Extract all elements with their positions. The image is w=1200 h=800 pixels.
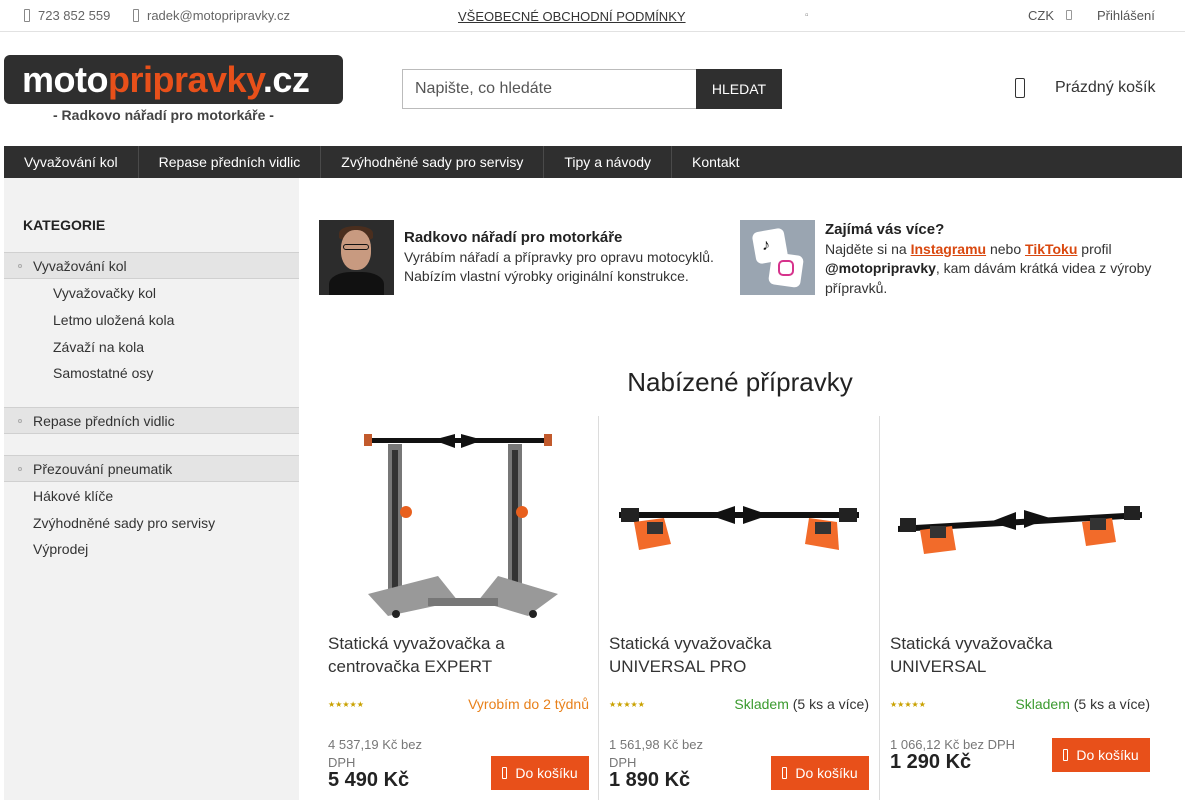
about-block: Radkovo nářadí pro motorkáře Vyrábím nář… [319,220,729,295]
add-to-cart-button[interactable]: Do košíku [1052,738,1150,772]
bullet-icon [18,419,22,423]
sidebar-item-wheel-balancing[interactable]: Vyvažování kol [4,252,299,279]
cart[interactable]: Prázdný košík [1015,78,1155,98]
main-nav: Vyvažování kol Repase předních vidlic Zv… [4,146,1182,178]
availability-status: Skladem [734,696,789,712]
cart-icon [1063,749,1069,761]
rating-stars: ★★★★★ [328,700,364,709]
phone-contact[interactable]: 723 852 559 [24,8,110,23]
logo-text: motopripravky.cz [22,59,310,101]
product-image[interactable] [328,426,588,621]
rating-stars: ★★★★★ [609,700,645,709]
nav-item-tips[interactable]: Tipy a návody [544,146,673,178]
nav-item-wheel-balancing[interactable]: Vyvažování kol [4,146,139,178]
sidebar-item-fork-rebuild[interactable]: Repase předních vidlic [4,407,299,434]
phone-icon [24,9,30,22]
sidebar-item-label: Repase předních vidlic [33,413,175,429]
availability-extra: (5 ks a více) [1069,696,1150,712]
top-bar: 723 852 559 radek@motopripravky.cz VŠEOB… [0,0,1185,32]
login-link[interactable]: Přihlášení [1097,8,1155,23]
sidebar-subitem-balancers[interactable]: Vyvažovačky kol [4,280,299,306]
availability-status: Skladem [1015,696,1070,712]
instagram-link[interactable]: Instagramu [911,241,986,257]
phone-number: 723 852 559 [38,8,111,23]
social-text-block: Zajímá vás více? Najděte si na Instagram… [825,220,1165,298]
price: 1 290 Kč [890,751,972,773]
price: 5 490 Kč [328,769,410,791]
rating-stars: ★★★★★ [890,700,926,709]
nav-item-service-sets[interactable]: Zvýhodněné sady pro servisy [321,146,545,178]
sidebar-subitem-separate-axles[interactable]: Samostatné osy [4,360,299,386]
sidebar-item-label: Vyvažování kol [33,258,127,274]
price: 1 890 Kč [609,769,691,791]
social-block: ♪ Zajímá vás více? Najděte si na Instagr… [740,220,1165,298]
sidebar-subitem-wheel-weights[interactable]: Závaží na kola [4,334,299,360]
availability: Skladem (5 ks a více) [1015,696,1150,712]
about-text: Vyrábím nářadí a přípravky pro opravu mo… [404,248,714,285]
cart-icon [1015,78,1025,98]
availability: Vyrobím do 2 týdnů [468,696,589,712]
logo-tagline: - Radkovo nářadí pro motorkáře - [53,107,274,123]
sidebar-subitem-cantilever-wheels[interactable]: Letmo uložená kola [4,307,299,333]
mail-icon [133,9,139,22]
price-net: 1 561,98 Kč bez DPH [609,737,703,770]
product-name[interactable]: Statická vyvažovačka a centrovačka EXPER… [328,632,590,678]
product-image[interactable] [890,426,1150,621]
sidebar-item-sale[interactable]: Výprodej [4,536,299,562]
sidebar-item-hook-wrenches[interactable]: Hákové klíče [4,483,299,509]
availability: Skladem (5 ks a více) [734,696,869,712]
add-to-cart-label: Do košíku [515,765,578,781]
add-to-cart-label: Do košíku [1076,747,1139,763]
section-title: Nabízené přípravky [627,367,853,397]
category-sidebar: KATEGORIE Vyvažování kol Vyvažovačky kol… [4,178,299,800]
search-input[interactable] [402,69,696,109]
product-name[interactable]: Statická vyvažovačka UNIVERSAL [890,632,1152,678]
sidebar-heading: KATEGORIE [23,217,106,233]
tiktok-link[interactable]: TikToku [1025,241,1077,257]
social-title: Zajímá vás více? [825,221,945,238]
chevron-down-icon[interactable] [1066,10,1072,20]
instagram-icon [778,260,794,276]
product-image[interactable] [609,426,869,621]
bullet-icon [18,264,22,268]
logo-tld: .cz [262,59,310,100]
product-card[interactable]: Statická vyvažovačka a centrovačka EXPER… [318,416,599,800]
email-address: radek@motopripravky.cz [147,8,290,23]
terms-link[interactable]: VŠEOBECNÉ OBCHODNÍ PODMÍNKY [458,9,686,24]
social-text-3: profil [1077,240,1112,257]
availability-extra: (5 ks a více) [788,696,869,712]
about-title: Radkovo nářadí pro motorkáře [404,229,623,246]
social-text-1: Najděte si na [825,240,911,257]
social-text-2: nebo [986,240,1026,257]
currency-selector[interactable]: CZK [1028,8,1054,23]
search-button[interactable]: HLEDAT [696,69,782,109]
nav-item-fork-rebuild[interactable]: Repase předních vidlic [139,146,322,178]
email-contact[interactable]: radek@motopripravky.cz [133,8,290,23]
sidebar-item-tire-changing[interactable]: Přezouvání pneumatik [4,455,299,482]
cart-icon [502,767,508,779]
logo-main: motopripravky [22,59,263,100]
author-photo [319,220,394,295]
availability-status: Vyrobím do 2 týdnů [468,696,589,712]
social-handle: @motopripravky [825,260,936,276]
add-to-cart-button[interactable]: Do košíku [771,756,869,790]
product-card[interactable]: Statická vyvažovačka UNIVERSAL ★★★★★ Skl… [879,416,1160,800]
about-text-block: Radkovo nářadí pro motorkáře Vyrábím nář… [404,220,729,295]
more-links-icon[interactable]: ▫ [805,10,809,21]
price-net: 4 537,19 Kč bez DPH [328,737,422,770]
tiktok-icon: ♪ [762,237,770,254]
add-to-cart-label: Do košíku [795,765,858,781]
site-logo[interactable]: motopripravky.cz [4,55,343,104]
sidebar-item-label: Přezouvání pneumatik [33,461,173,477]
sidebar-item-service-sets[interactable]: Zvýhodněné sady pro servisy [4,510,299,536]
cart-label: Prázdný košík [1055,79,1156,96]
product-card[interactable]: Statická vyvažovačka UNIVERSAL PRO ★★★★★… [598,416,879,800]
nav-item-contact[interactable]: Kontakt [672,146,759,178]
add-to-cart-button[interactable]: Do košíku [491,756,589,790]
search-form: HLEDAT [402,69,782,109]
social-media-image: ♪ [740,220,815,295]
product-name[interactable]: Statická vyvažovačka UNIVERSAL PRO [609,632,871,678]
cart-icon [782,767,788,779]
bullet-icon [18,467,22,471]
